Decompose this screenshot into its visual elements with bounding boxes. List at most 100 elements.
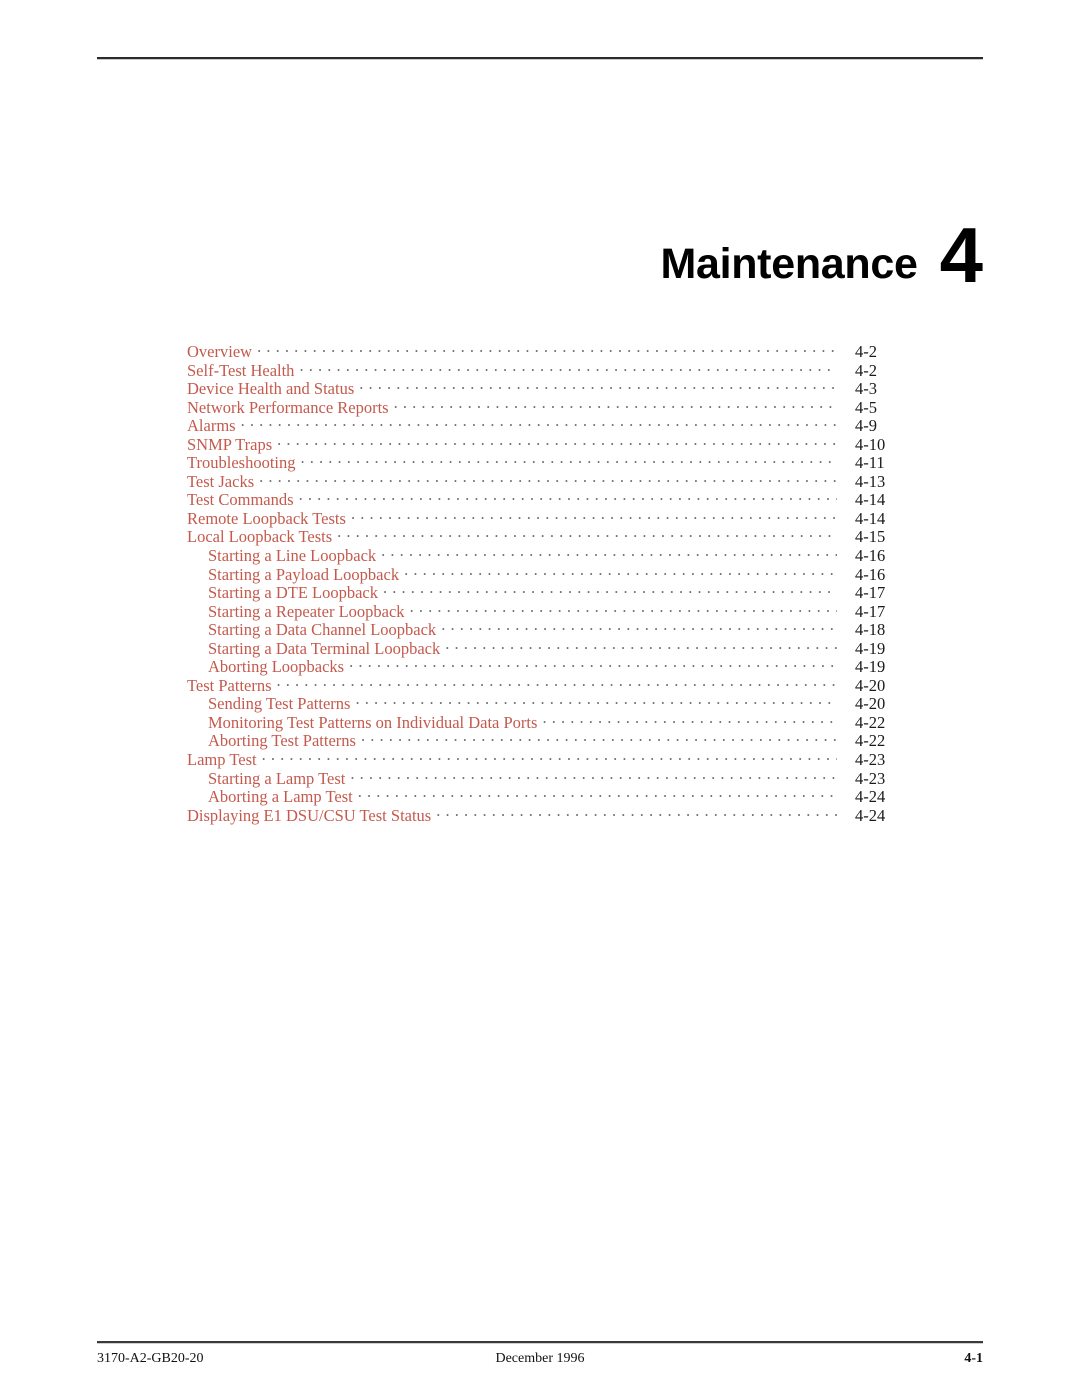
toc-dot-leader xyxy=(361,730,837,746)
header-rule xyxy=(97,57,983,60)
toc-entry-page-number: 4-23 xyxy=(855,750,886,770)
toc-entry[interactable]: Self-Test Health 4-2 xyxy=(187,360,915,380)
toc-dot-leader xyxy=(351,508,837,524)
toc-entry-page-number: 4-14 xyxy=(855,508,886,528)
toc-entry[interactable]: Local Loopback Tests 4-15 xyxy=(187,526,915,547)
toc-dot-leader xyxy=(277,434,837,450)
toc-entry-label: Lamp Test xyxy=(187,750,257,770)
toc-entry-page-number: 4-16 xyxy=(855,564,886,584)
toc-dot-leader xyxy=(299,489,837,505)
toc-entry[interactable]: Aborting Loopbacks4-19 xyxy=(187,656,915,677)
toc-entry[interactable]: Starting a Data Terminal Loopback4-19 xyxy=(187,638,915,658)
toc-entry-label: Remote Loopback Tests xyxy=(187,508,346,528)
document-page: Maintenance 4 Overview4-2Self-Test Healt… xyxy=(0,0,1080,1397)
toc-entry[interactable]: Remote Loopback Tests 4-14 xyxy=(187,508,915,528)
toc-entry[interactable]: Starting a DTE Loopback 4-17 xyxy=(187,582,915,603)
toc-dot-leader xyxy=(436,805,837,821)
toc-entry[interactable]: Device Health and Status 4-3 xyxy=(187,378,915,399)
toc-dot-leader xyxy=(301,452,838,468)
toc-dot-leader xyxy=(404,564,837,580)
toc-entry-page-number: 4-17 xyxy=(855,601,886,621)
toc-dot-leader xyxy=(381,545,837,561)
toc-entry[interactable]: Overview 4-2 xyxy=(187,341,915,361)
toc-dot-leader xyxy=(350,768,837,784)
toc-dot-leader xyxy=(241,415,837,431)
toc-entry-page-number: 4-9 xyxy=(855,416,877,436)
toc-entry-label: Aborting a Lamp Test xyxy=(208,787,353,807)
toc-entry-page-number: 4-19 xyxy=(855,657,886,677)
toc-entry-label: Starting a Lamp Test xyxy=(208,768,346,788)
toc-dot-leader xyxy=(355,693,837,709)
toc-entry-label: Sending Test Patterns xyxy=(208,694,351,714)
toc-entry-label: Test Patterns xyxy=(187,675,272,695)
toc-entry[interactable]: Aborting Test Patterns4-22 xyxy=(187,730,915,751)
toc-entry-page-number: 4-14 xyxy=(855,490,886,510)
toc-entry-page-number: 4-24 xyxy=(855,787,886,807)
toc-entry-label: Alarms xyxy=(187,416,236,436)
toc-entry[interactable]: Test Jacks 4-13 xyxy=(187,471,915,491)
toc-entry-label: Test Commands xyxy=(187,490,294,510)
toc-entry-label: Device Health and Status xyxy=(187,379,355,399)
toc-dot-leader xyxy=(394,397,837,413)
toc-entry[interactable]: Alarms 4-9 xyxy=(187,415,915,436)
toc-dot-leader xyxy=(542,712,837,728)
toc-dot-leader xyxy=(349,656,837,672)
toc-entry-label: Displaying E1 DSU/CSU Test Status xyxy=(187,805,432,825)
toc-entry[interactable]: Starting a Repeater Loopback 4-17 xyxy=(187,601,915,621)
toc-entry-label: Local Loopback Tests xyxy=(187,527,333,547)
toc-dot-leader xyxy=(410,601,837,617)
toc-entry-label: Test Jacks xyxy=(187,471,255,491)
toc-dot-leader xyxy=(299,360,837,376)
toc-entry[interactable]: Troubleshooting4-11 xyxy=(187,452,915,472)
toc-entry[interactable]: SNMP Traps 4-10 xyxy=(187,434,915,454)
toc-entry-page-number: 4-5 xyxy=(855,397,877,417)
toc-entry-page-number: 4-22 xyxy=(855,731,886,751)
toc-entry-page-number: 4-20 xyxy=(855,675,886,695)
toc-entry[interactable]: Aborting a Lamp Test 4-24 xyxy=(187,786,915,807)
chapter-number: 4 xyxy=(939,211,983,299)
toc-entry-label: Starting a Line Loopback xyxy=(208,546,377,566)
toc-dot-leader xyxy=(262,749,837,765)
toc-dot-leader xyxy=(445,638,837,654)
toc-dot-leader xyxy=(383,582,837,598)
toc-entry-page-number: 4-20 xyxy=(855,694,886,714)
toc-entry-label: SNMP Traps xyxy=(187,434,273,454)
footer-page-number: 4-1 xyxy=(964,1351,983,1366)
toc-entry-page-number: 4-2 xyxy=(855,342,877,361)
toc-entry[interactable]: Starting a Data Channel Loopback 4-18 xyxy=(187,619,915,640)
footer-rule xyxy=(97,1341,983,1344)
toc-dot-leader xyxy=(358,786,837,802)
toc-dot-leader xyxy=(277,675,837,691)
toc-entry-page-number: 4-10 xyxy=(855,434,886,454)
toc-dot-leader xyxy=(441,619,837,635)
toc-dot-leader xyxy=(257,341,837,357)
toc-entry-page-number: 4-17 xyxy=(855,583,886,603)
toc-dot-leader xyxy=(259,471,837,487)
toc-entry-page-number: 4-22 xyxy=(855,712,886,732)
toc-entry-label: Starting a DTE Loopback xyxy=(208,583,378,603)
toc-entry[interactable]: Test Commands 4-14 xyxy=(187,489,915,510)
toc-entry[interactable]: Lamp Test 4-23 xyxy=(187,749,915,770)
page-footer: 3170-A2-GB20-20 December 1996 4-1 xyxy=(97,1348,983,1370)
toc-entry-page-number: 4-24 xyxy=(855,805,886,825)
toc-entry[interactable]: Displaying E1 DSU/CSU Test Status 4-24 xyxy=(187,805,915,825)
toc-entry-page-number: 4-15 xyxy=(855,527,886,547)
footer-document-number: 3170-A2-GB20-20 xyxy=(97,1351,204,1366)
toc-entry[interactable]: Starting a Payload Loopback 4-16 xyxy=(187,564,915,584)
toc-entry[interactable]: Network Performance Reports4-5 xyxy=(187,397,915,417)
toc-entry[interactable]: Monitoring Test Patterns on Individual D… xyxy=(187,712,915,732)
toc-entry[interactable]: Starting a Lamp Test 4-23 xyxy=(187,768,915,788)
toc-entry-page-number: 4-23 xyxy=(855,768,886,788)
toc-entry[interactable]: Sending Test Patterns 4-20 xyxy=(187,693,915,714)
toc-entry-page-number: 4-16 xyxy=(855,546,886,566)
toc-dot-leader xyxy=(337,526,837,542)
toc-entry[interactable]: Starting a Line Loopback 4-16 xyxy=(187,545,915,566)
toc-entry[interactable]: Test Patterns 4-20 xyxy=(187,675,915,695)
footer-date: December 1996 xyxy=(495,1351,585,1366)
toc-entry-page-number: 4-3 xyxy=(855,379,877,399)
toc-entry-page-number: 4-13 xyxy=(855,471,886,491)
toc-entry-label: Starting a Payload Loopback xyxy=(208,564,400,584)
toc-entry-page-number: 4-19 xyxy=(855,638,886,658)
page-title: Maintenance xyxy=(660,240,918,288)
toc-entry-page-number: 4-18 xyxy=(855,620,886,640)
